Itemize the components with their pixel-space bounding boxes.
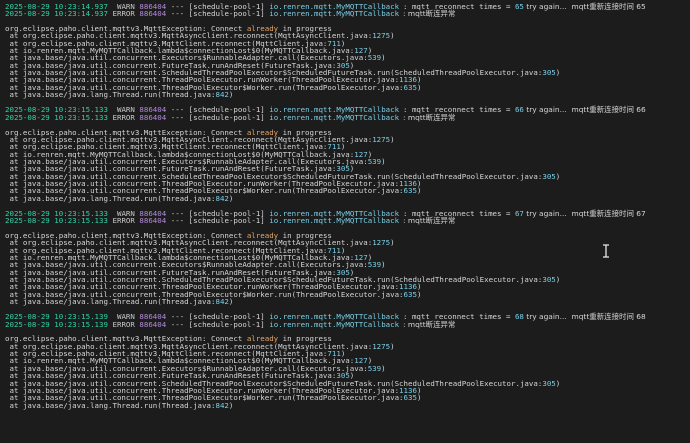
log-level: ERROR (112, 9, 135, 19)
log-pid: 886404 (139, 9, 167, 19)
log-message: : mqtt断连异常 (403, 321, 455, 328)
error-log-line: 2025-08-29 10:23:15.133 ERROR 886404 ---… (5, 114, 690, 121)
error-log-line: 2025-08-29 10:23:14.937 ERROR 886404 ---… (5, 10, 690, 17)
error-log-line: 2025-08-29 10:23:15.139 ERROR 886404 ---… (5, 321, 690, 328)
log-pid: 886404 (139, 319, 167, 329)
log-logger: io.renren.mqtt.MyMQTTCallback (269, 319, 400, 329)
log-logger: io.renren.mqtt.MyMQTTCallback (269, 216, 400, 226)
log-pid: 886404 (139, 112, 167, 122)
log-message-text: : mqtt断连异常 (403, 9, 456, 19)
error-log-line: 2025-08-29 10:23:15.133 ERROR 886404 ---… (5, 217, 690, 224)
log-logger: io.renren.mqtt.MyMQTTCallback (269, 9, 400, 19)
log-thread: [schedule-pool-1] (188, 319, 265, 329)
stack-frame: at java.base/java.lang.Thread.run(Thread… (5, 193, 234, 203)
log-level: ERROR (112, 319, 135, 329)
log-logger: io.renren.mqtt.MyMQTTCallback (269, 112, 400, 122)
log-timestamp: 2025-08-29 10:23:15.133 (5, 216, 108, 226)
log-separator: --- (170, 9, 185, 19)
log-thread: [schedule-pool-1] (188, 216, 265, 226)
stack-frame: at java.base/java.lang.Thread.run(Thread… (5, 400, 234, 410)
log-separator: --- (170, 319, 185, 329)
log-level: ERROR (112, 216, 135, 226)
log-thread: [schedule-pool-1] (188, 112, 265, 122)
log-timestamp: 2025-08-29 10:23:15.139 (5, 319, 108, 329)
log-timestamp: 2025-08-29 10:23:15.133 (5, 112, 108, 122)
log-timestamp: 2025-08-29 10:23:14.937 (5, 9, 108, 19)
log-message-text: : mqtt断连异常 (403, 216, 456, 226)
log-pid: 886404 (139, 216, 167, 226)
console-output[interactable]: 2025-08-29 10:23:14.937 WARN 886404 --- … (5, 3, 690, 409)
log-message-text: : mqtt断连异常 (403, 112, 456, 122)
log-separator: --- (170, 216, 185, 226)
log-thread: [schedule-pool-1] (188, 9, 265, 19)
log-level: ERROR (112, 112, 135, 122)
log-message: : mqtt断连异常 (403, 10, 455, 17)
log-message-text: : mqtt断连异常 (403, 319, 456, 329)
log-message: : mqtt断连异常 (403, 114, 455, 121)
log-message: : mqtt断连异常 (403, 217, 455, 224)
stack-frame: at java.base/java.lang.Thread.run(Thread… (5, 90, 234, 100)
log-separator: --- (170, 112, 185, 122)
text-cursor-icon (603, 244, 609, 258)
stack-frame: at java.base/java.lang.Thread.run(Thread… (5, 297, 234, 307)
